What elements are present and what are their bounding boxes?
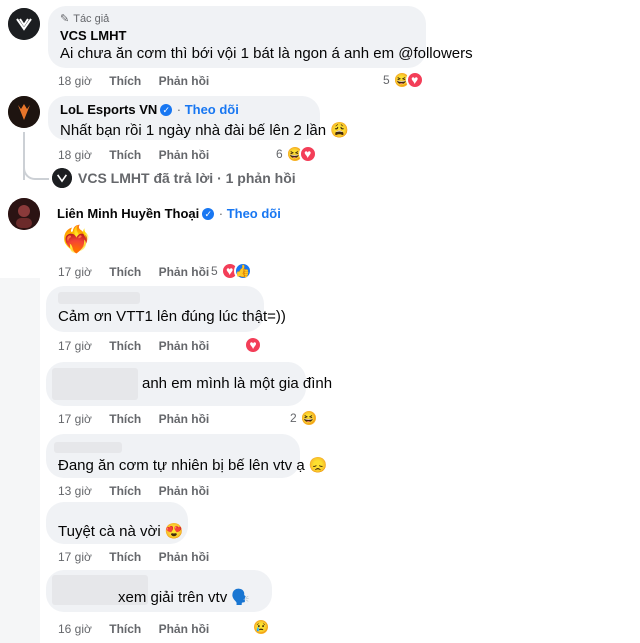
sad-icon: 😢 xyxy=(252,618,270,636)
verified-icon: ✓ xyxy=(202,207,215,220)
like-button[interactable]: Thích xyxy=(109,412,141,426)
heart-fire-icon: ❤️‍🔥 xyxy=(60,224,93,254)
reply-button[interactable]: Phản hồi xyxy=(159,412,210,426)
like-button[interactable]: Thích xyxy=(109,148,141,162)
like-icon: 👍 xyxy=(233,262,252,280)
comment-actions: 18 giờ Thích Phản hồi xyxy=(58,74,223,88)
reaction-summary[interactable]: 5 ♥ 👍 xyxy=(211,262,252,280)
comment-time[interactable]: 13 giờ xyxy=(58,484,92,498)
comment-time[interactable]: 17 giờ xyxy=(58,550,92,564)
comment-text: Đang ăn cơm tự nhiên bị bế lên vtv ạ 😞 xyxy=(58,457,328,474)
love-icon: ♥ xyxy=(405,71,424,89)
comment-bubble: Cảm ơn VTT1 lên đúng lúc thật=)) xyxy=(46,286,286,332)
reply-button[interactable]: Phản hồi xyxy=(159,339,210,353)
like-button[interactable]: Thích xyxy=(109,265,141,279)
comment-header: Liên Minh Huyền Thoại ✓ · Theo dõi xyxy=(57,206,281,221)
like-button[interactable]: Thích xyxy=(109,339,141,353)
reaction-summary[interactable]: ♥ xyxy=(244,336,262,354)
view-replies-link[interactable]: VCS LMHT đã trả lời · 1 phản hồi xyxy=(52,168,296,188)
comment-bubble: Tuyệt cà nà vời 😍 xyxy=(46,502,188,544)
comment-text: Ai chưa ăn cơm thì bới vội 1 bát là ngon… xyxy=(60,45,473,62)
comment-author[interactable]: LoL Esports VN xyxy=(60,102,157,117)
comment-text: Nhất bạn rồi 1 ngày nhà đài bế lên 2 lần… xyxy=(60,122,349,139)
comment-time[interactable]: 17 giờ xyxy=(58,412,92,426)
follow-button[interactable]: Theo dõi xyxy=(227,206,281,221)
love-icon: ♥ xyxy=(244,336,262,354)
reply-button[interactable]: Phản hồi xyxy=(159,148,210,162)
comment-bubble: ✎ Tác giả VCS LMHT Ai chưa ăn cơm thì bớ… xyxy=(48,6,473,68)
author-badge: ✎ Tác giả xyxy=(60,12,110,26)
reaction-summary[interactable]: 6 😆 ♥ xyxy=(276,145,317,163)
avatar-vcs-lmht[interactable] xyxy=(8,8,40,40)
avatar-vcs-lmht-small xyxy=(52,168,72,188)
comment-time[interactable]: 18 giờ xyxy=(58,148,92,162)
like-button[interactable]: Thích xyxy=(109,622,141,636)
reply-button[interactable]: Phản hồi xyxy=(159,622,210,636)
haha-icon: 😆 xyxy=(299,409,318,427)
comment-text: anh em mình là một gia đình xyxy=(142,375,333,392)
like-button[interactable]: Thích xyxy=(109,74,141,88)
comment-time[interactable]: 17 giờ xyxy=(58,339,92,353)
like-button[interactable]: Thích xyxy=(109,484,141,498)
follow-button[interactable]: Theo dõi xyxy=(185,102,239,117)
reaction-count: 2 xyxy=(290,411,297,425)
comment-text: xem giải trên vtv 🗣️ xyxy=(118,589,251,606)
comment-bubble: LoL Esports VN ✓ · Theo dõi Nhất bạn rồi … xyxy=(48,96,349,140)
comment-actions: 17 giờ Thích Phản hồi xyxy=(58,339,223,353)
comment-text: Tuyệt cà nà vời 😍 xyxy=(58,523,184,540)
redacted-author-name xyxy=(52,368,138,400)
avatar-lien-minh-huyen-thoai[interactable] xyxy=(8,198,40,230)
reaction-count: 5 xyxy=(383,73,390,87)
comment-author[interactable]: Liên Minh Huyền Thoại xyxy=(57,206,199,221)
reply-button[interactable]: Phản hồi xyxy=(159,484,210,498)
comment-time[interactable]: 18 giờ xyxy=(58,74,92,88)
comment-time[interactable]: 16 giờ xyxy=(58,622,92,636)
verified-icon: ✓ xyxy=(160,103,173,116)
like-button[interactable]: Thích xyxy=(109,550,141,564)
reply-button[interactable]: Phản hồi xyxy=(159,265,210,279)
thread-curve xyxy=(23,160,49,180)
comment-actions: 17 giờ Thích Phản hồi xyxy=(58,412,223,426)
reply-button[interactable]: Phản hồi xyxy=(159,550,210,564)
reaction-summary[interactable]: 5 😆 ♥ xyxy=(383,71,424,89)
redacted-author-name xyxy=(58,292,140,304)
reaction-summary[interactable]: 😢 xyxy=(252,618,270,636)
avatar-lol-esports-vn[interactable] xyxy=(8,96,40,128)
comment-actions: 13 giờ Thích Phản hồi xyxy=(58,484,223,498)
pen-icon: ✎ xyxy=(60,13,70,25)
comment-actions: 16 giờ Thích Phản hồi xyxy=(58,622,223,636)
reply-button[interactable]: Phản hồi xyxy=(159,74,210,88)
comment-actions: 17 giờ Thích Phản hồi xyxy=(58,265,223,279)
reaction-count: 5 xyxy=(211,264,218,278)
comment-text: Cảm ơn VTT1 lên đúng lúc thật=)) xyxy=(58,308,286,325)
comment-author[interactable]: VCS LMHT xyxy=(60,28,414,43)
comment-actions: 18 giờ Thích Phản hồi xyxy=(58,148,223,162)
redacted-author-name xyxy=(54,442,122,453)
comment-bubble: Đang ăn cơm tự nhiên bị bế lên vtv ạ 😞 xyxy=(46,434,328,478)
love-icon: ♥ xyxy=(298,145,317,163)
comment-bubble: xem giải trên vtv 🗣️ xyxy=(46,570,272,612)
comment-actions: 17 giờ Thích Phản hồi xyxy=(58,550,223,564)
reaction-summary[interactable]: 2 😆 xyxy=(290,409,318,427)
comment-time[interactable]: 17 giờ xyxy=(58,265,92,279)
reaction-count: 6 xyxy=(276,147,283,161)
comment-bubble: anh em mình là một gia đình xyxy=(46,362,332,406)
left-panel-edge xyxy=(0,278,40,643)
